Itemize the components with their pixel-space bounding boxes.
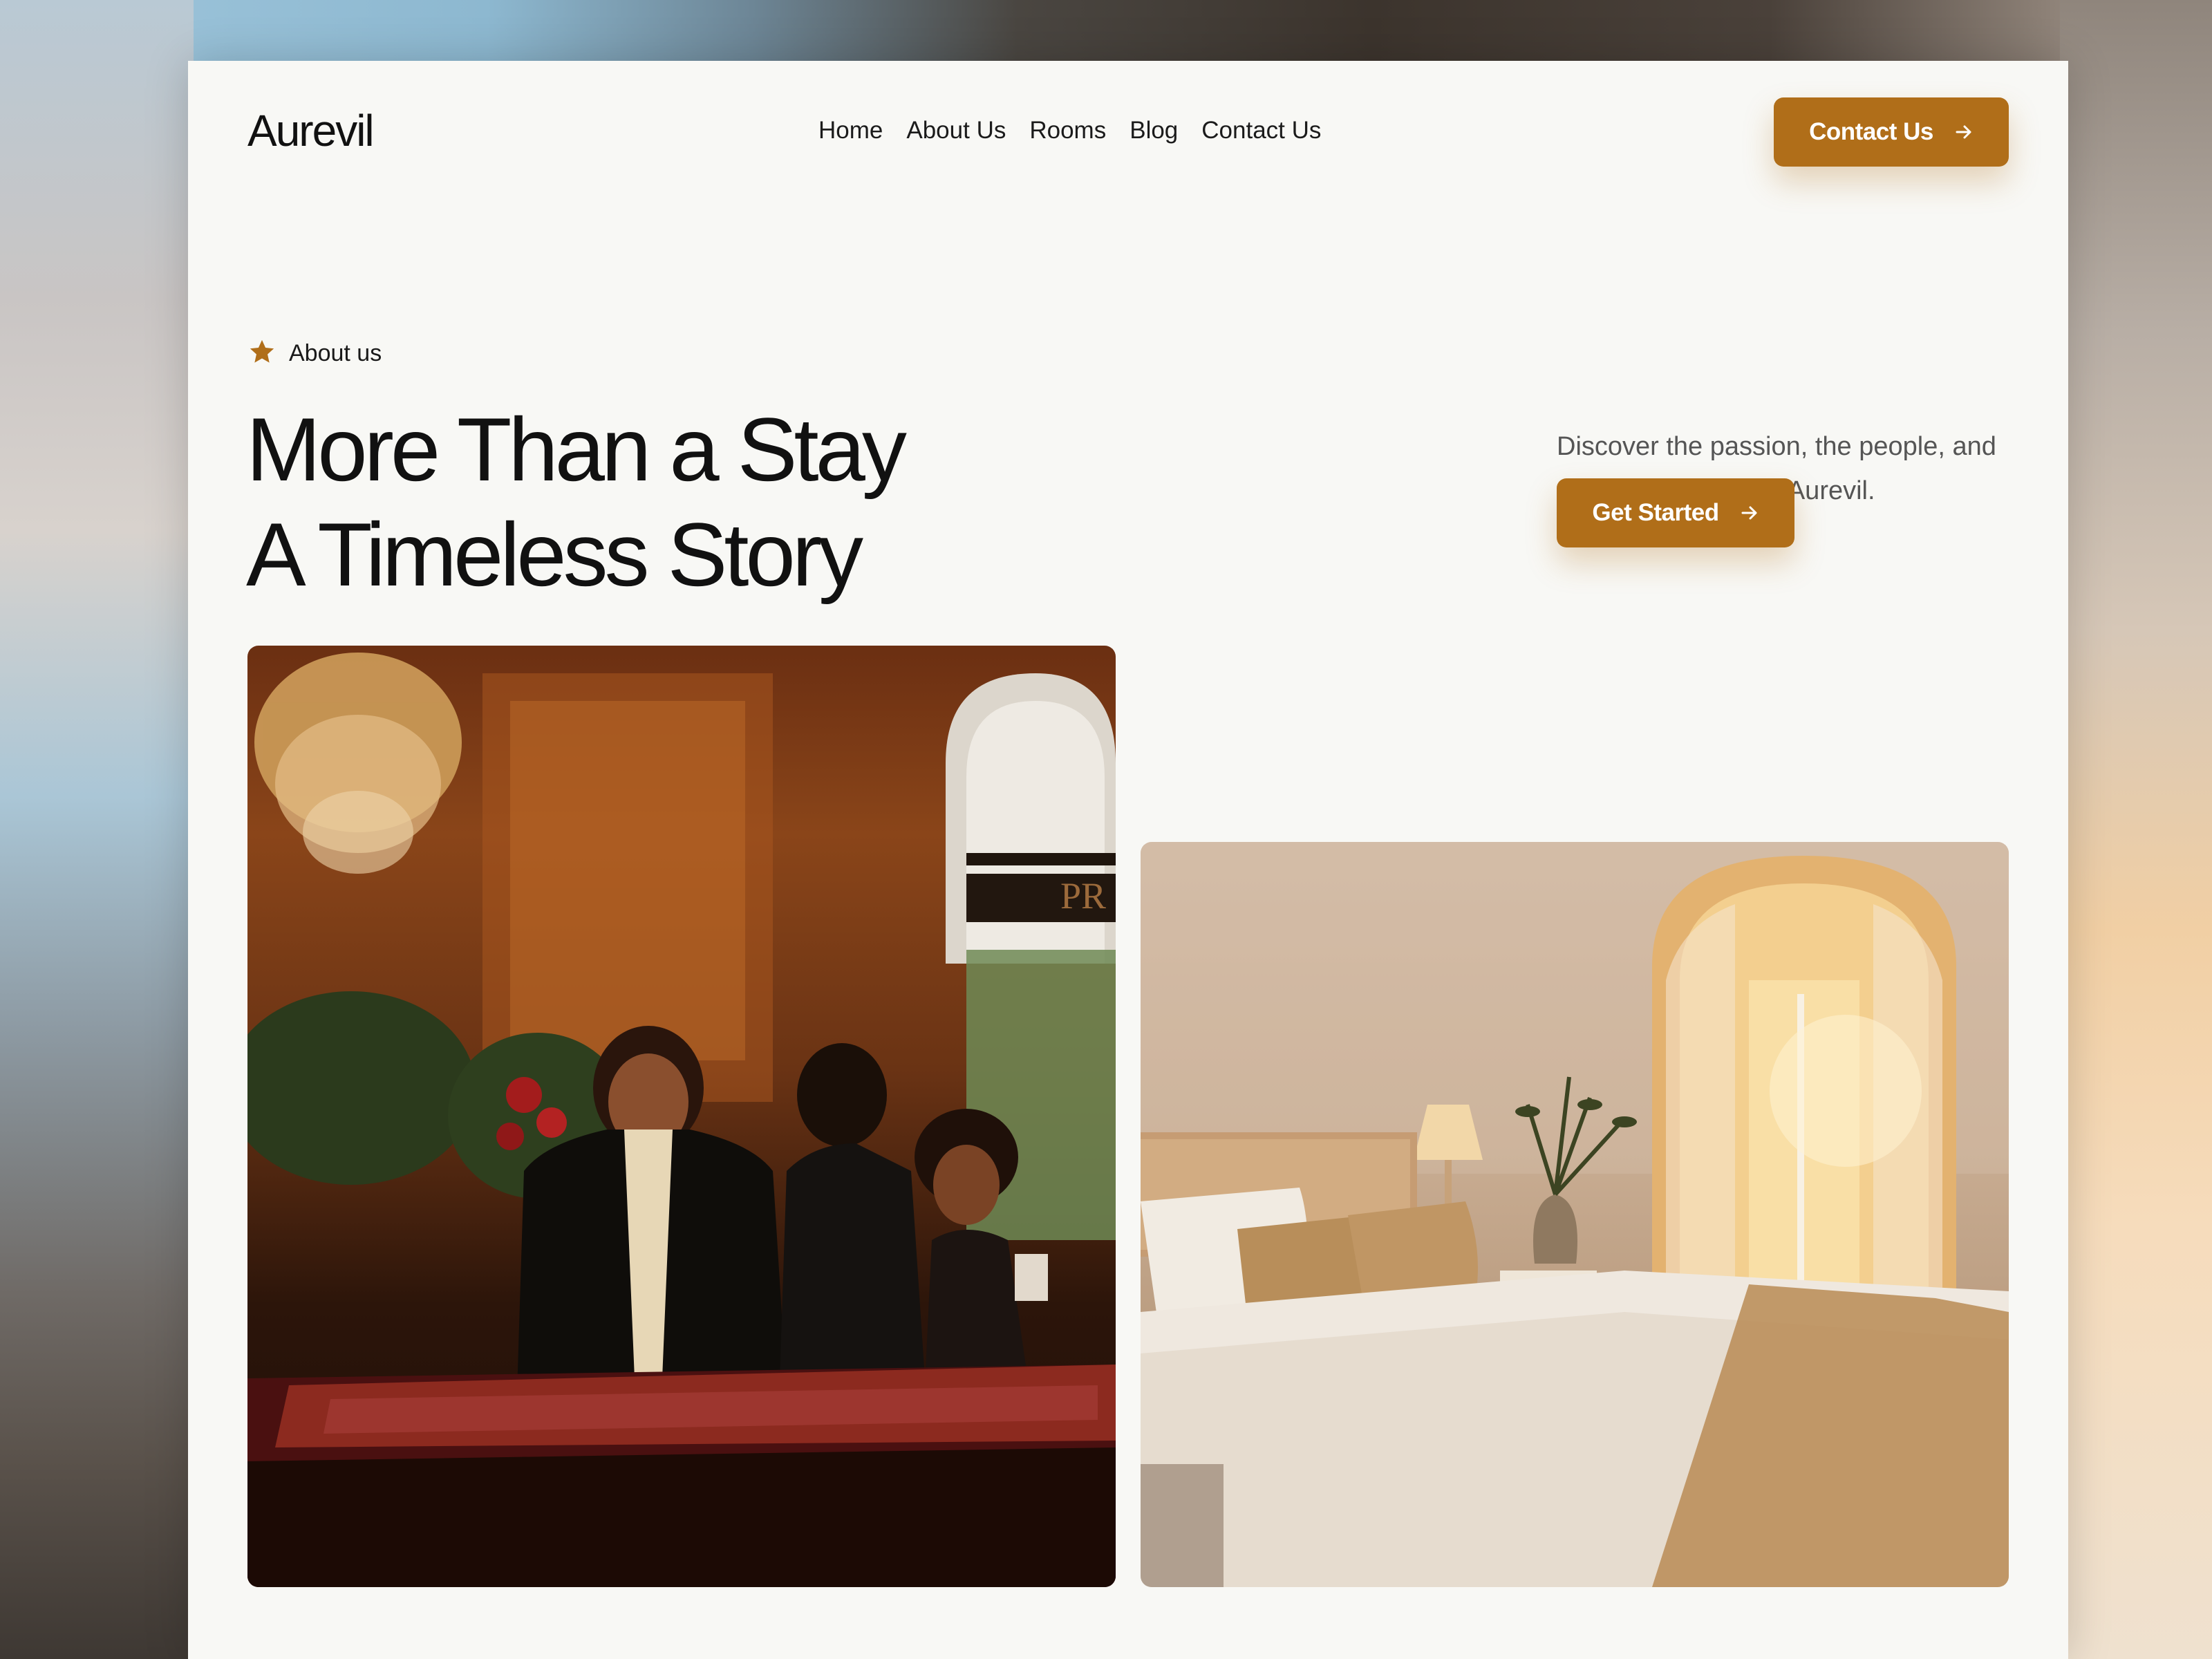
logo[interactable]: Aurevil — [247, 105, 375, 156]
nav-item-rooms[interactable]: Rooms — [1029, 115, 1106, 147]
arrow-right-icon — [1740, 503, 1759, 523]
backdrop-right — [2060, 0, 2212, 1659]
star-icon — [247, 337, 276, 370]
get-started-button[interactable]: Get Started — [1557, 478, 1794, 547]
title-line-2: A Timeless Story — [246, 504, 863, 605]
contact-us-button-label: Contact Us — [1809, 118, 1933, 145]
hotel-bedroom-photo — [1141, 842, 2009, 1587]
get-started-button-label: Get Started — [1592, 499, 1719, 526]
lobby-sign-text: PR — [1060, 875, 1106, 917]
website-page: Aurevil Home About Us Rooms Blog Contact… — [188, 61, 2068, 1659]
nav-item-blog[interactable]: Blog — [1130, 115, 1178, 147]
title-line-1: More Than a Stay — [246, 399, 907, 500]
eyebrow-label: About us — [289, 340, 382, 366]
backdrop-left — [0, 0, 194, 1659]
section-eyebrow: About us — [247, 337, 382, 370]
contact-us-button[interactable]: Contact Us — [1774, 97, 2009, 167]
nav-item-contact-us[interactable]: Contact Us — [1201, 115, 1321, 147]
nav-item-home[interactable]: Home — [818, 115, 883, 147]
nav-item-about-us[interactable]: About Us — [906, 115, 1006, 147]
hotel-lobby-photo: PR — [247, 646, 1116, 1587]
arrow-right-icon — [1954, 122, 1974, 142]
page-title: More Than a Stay A Timeless Story — [246, 397, 907, 607]
main-nav: Home About Us Rooms Blog Contact Us — [818, 115, 1321, 147]
